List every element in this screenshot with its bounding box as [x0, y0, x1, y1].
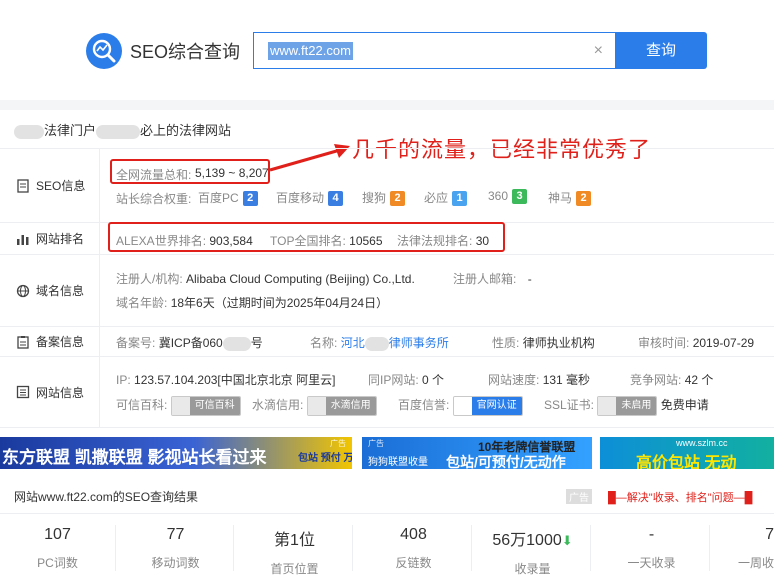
weight-baidu-mobile[interactable]: 百度移动 4 [276, 189, 344, 207]
clipboard-icon [16, 335, 30, 349]
baidu-pill[interactable]: 官网认证 [452, 396, 523, 416]
ad-banner-3[interactable]: www.szlm.cc 高价包站 无动 [600, 437, 774, 469]
divider [709, 525, 710, 571]
icp-audit-time: 审核时间: 2019-07-29 [638, 336, 755, 350]
stat-indexed[interactable]: 56万1000⬇ 收录量 [475, 526, 590, 577]
site-title-part2: 必上的法律网站 [140, 123, 232, 138]
ssl-cert[interactable]: SSL证书: 未启用 免费申请 [544, 396, 709, 416]
document-icon [16, 178, 30, 193]
weight-bing[interactable]: 必应 1 [424, 189, 468, 207]
icp-label: 备案信息 [0, 327, 100, 356]
divider [115, 525, 116, 571]
divider [590, 525, 591, 571]
domain-label-text: 域名信息 [36, 284, 85, 298]
domain-row: 域名信息 [0, 254, 774, 326]
site-speed: 网站速度: 131 毫秒 [488, 373, 591, 387]
shuidi-credit[interactable]: 水滴信用: 水滴信用 [252, 396, 377, 416]
icp-nature: 性质: 律师执业机构 [492, 336, 595, 350]
weight-sogou[interactable]: 搜狗 2 [362, 189, 406, 207]
search-input[interactable]: www.ft22.com [268, 42, 353, 60]
search-box[interactable]: www.ft22.com × [253, 32, 615, 69]
rank-label-text: 网站排名 [36, 232, 85, 246]
rank-label: 网站排名 [0, 223, 100, 254]
search-button[interactable]: 查询 [615, 32, 707, 69]
icp-name[interactable]: 名称: 河北 律师事务所 [310, 334, 449, 351]
list-icon [16, 385, 30, 399]
ad2-bottom: 包站/可预付/无动作 [446, 454, 566, 469]
redacted-block [222, 336, 251, 351]
ad1-badge: 包站 预付 万IP [298, 453, 352, 464]
highlight-box [108, 222, 505, 252]
weight-label: 站长综合权重: [116, 192, 192, 206]
icp-number[interactable]: 备案号: 冀ICP备060 号 [116, 334, 263, 351]
stat-day-indexed[interactable]: - 一天收录 [594, 526, 709, 571]
waterdrop-icon [307, 397, 326, 415]
ad-banners: 东方联盟 凯撒联盟 影视站长看过来 广告 包站 预付 万IP 广告 狗狗联盟收量… [0, 437, 774, 469]
header: SEO综合查询 www.ft22.com × 查询 [0, 0, 774, 100]
redacted-block [96, 124, 141, 139]
ad-banner-2[interactable]: 广告 狗狗联盟收量 10年老牌信誉联盟 包站/可预付/无动作 [362, 437, 592, 469]
ad1-text: 东方联盟 凯撒联盟 影视站长看过来 [2, 448, 267, 467]
divider [0, 513, 774, 514]
stat-home-position[interactable]: 第1位 首页位置 [237, 526, 352, 577]
ad2-tag: 广告 [368, 439, 384, 448]
icp-label-text: 备案信息 [36, 335, 85, 349]
ad1-tag: 广告 [330, 439, 346, 448]
stat-pc-words[interactable]: 107 PC词数 [0, 526, 115, 571]
stat-backlinks[interactable]: 408 反链数 [356, 526, 471, 571]
weight-shenma[interactable]: 神马 2 [548, 189, 592, 207]
baidu-reputation[interactable]: 百度信誉: 官网认证 [398, 396, 523, 416]
website-row: 网站信息 [0, 356, 774, 428]
ssl-apply-link[interactable]: 免费申请 [661, 398, 709, 412]
weight-baidu-pc[interactable]: 百度PC 2 [198, 189, 258, 207]
competitor-sites[interactable]: 竞争网站: 42 个 [630, 371, 713, 388]
badge-icon [171, 397, 190, 415]
bar-chart-icon [16, 232, 30, 246]
site-logo[interactable]: SEO综合查询 [86, 33, 240, 69]
site-title: 法律门户 必上的法律网站 [14, 120, 231, 139]
domain-label: 域名信息 [0, 255, 100, 326]
ssl-pill[interactable]: 未启用 [597, 396, 658, 416]
clear-icon[interactable]: × [594, 43, 603, 59]
ad-label: 广告 [566, 489, 592, 504]
shuidi-pill[interactable]: 水滴信用 [306, 396, 377, 416]
divider [0, 100, 774, 110]
baike-pill[interactable]: 可信百科 [170, 396, 241, 416]
redacted-block [364, 336, 389, 351]
globe-icon [16, 284, 30, 298]
domain-age: 域名年龄: 18年6天（过期时间为2025年04月24日） [116, 296, 389, 310]
weight-360[interactable]: 360 3 [488, 189, 528, 205]
trusted-baike[interactable]: 可信百科: 可信百科 [116, 396, 241, 416]
lock-icon [598, 397, 617, 415]
result-title: 网站www.ft22.com的SEO查询结果 [14, 490, 199, 504]
paw-icon [453, 397, 472, 415]
divider [233, 525, 234, 571]
ad3-url: www.szlm.cc [676, 438, 728, 448]
website-label: 网站信息 [0, 357, 100, 427]
ad2-left: 狗狗联盟收量 [368, 457, 428, 468]
ad3-text: 高价包站 无动 [636, 455, 737, 469]
redacted-block [14, 124, 44, 139]
logo-text: SEO综合查询 [130, 42, 241, 62]
registrant-email: 注册人邮箱: - [453, 272, 532, 286]
seo-info-label: SEO信息 [0, 149, 100, 222]
stat-mobile-words[interactable]: 77 移动词数 [118, 526, 233, 571]
arrow-down-icon: ⬇ [561, 533, 573, 548]
divider [352, 525, 353, 571]
promo-link[interactable]: █—解决"收录、排名"问题—█ [608, 489, 752, 505]
highlight-box [110, 159, 270, 184]
seo-info-label-text: SEO信息 [36, 179, 86, 193]
divider [471, 525, 472, 571]
site-title-part1: 法律门户 [44, 123, 97, 138]
ip-info[interactable]: IP: 123.57.104.203[中国北京北京 阿里云] [116, 371, 335, 388]
same-ip-sites[interactable]: 同IP网站: 0 个 [368, 371, 444, 388]
stat-week-indexed[interactable]: 7 一周收 [712, 526, 774, 571]
registrant: 注册人/机构: Alibaba Cloud Computing (Beijing… [116, 272, 415, 286]
website-label-text: 网站信息 [36, 385, 85, 400]
ad-banner-1[interactable]: 东方联盟 凯撒联盟 影视站长看过来 广告 包站 预付 万IP [0, 437, 352, 469]
magnifier-chart-icon [86, 33, 122, 69]
